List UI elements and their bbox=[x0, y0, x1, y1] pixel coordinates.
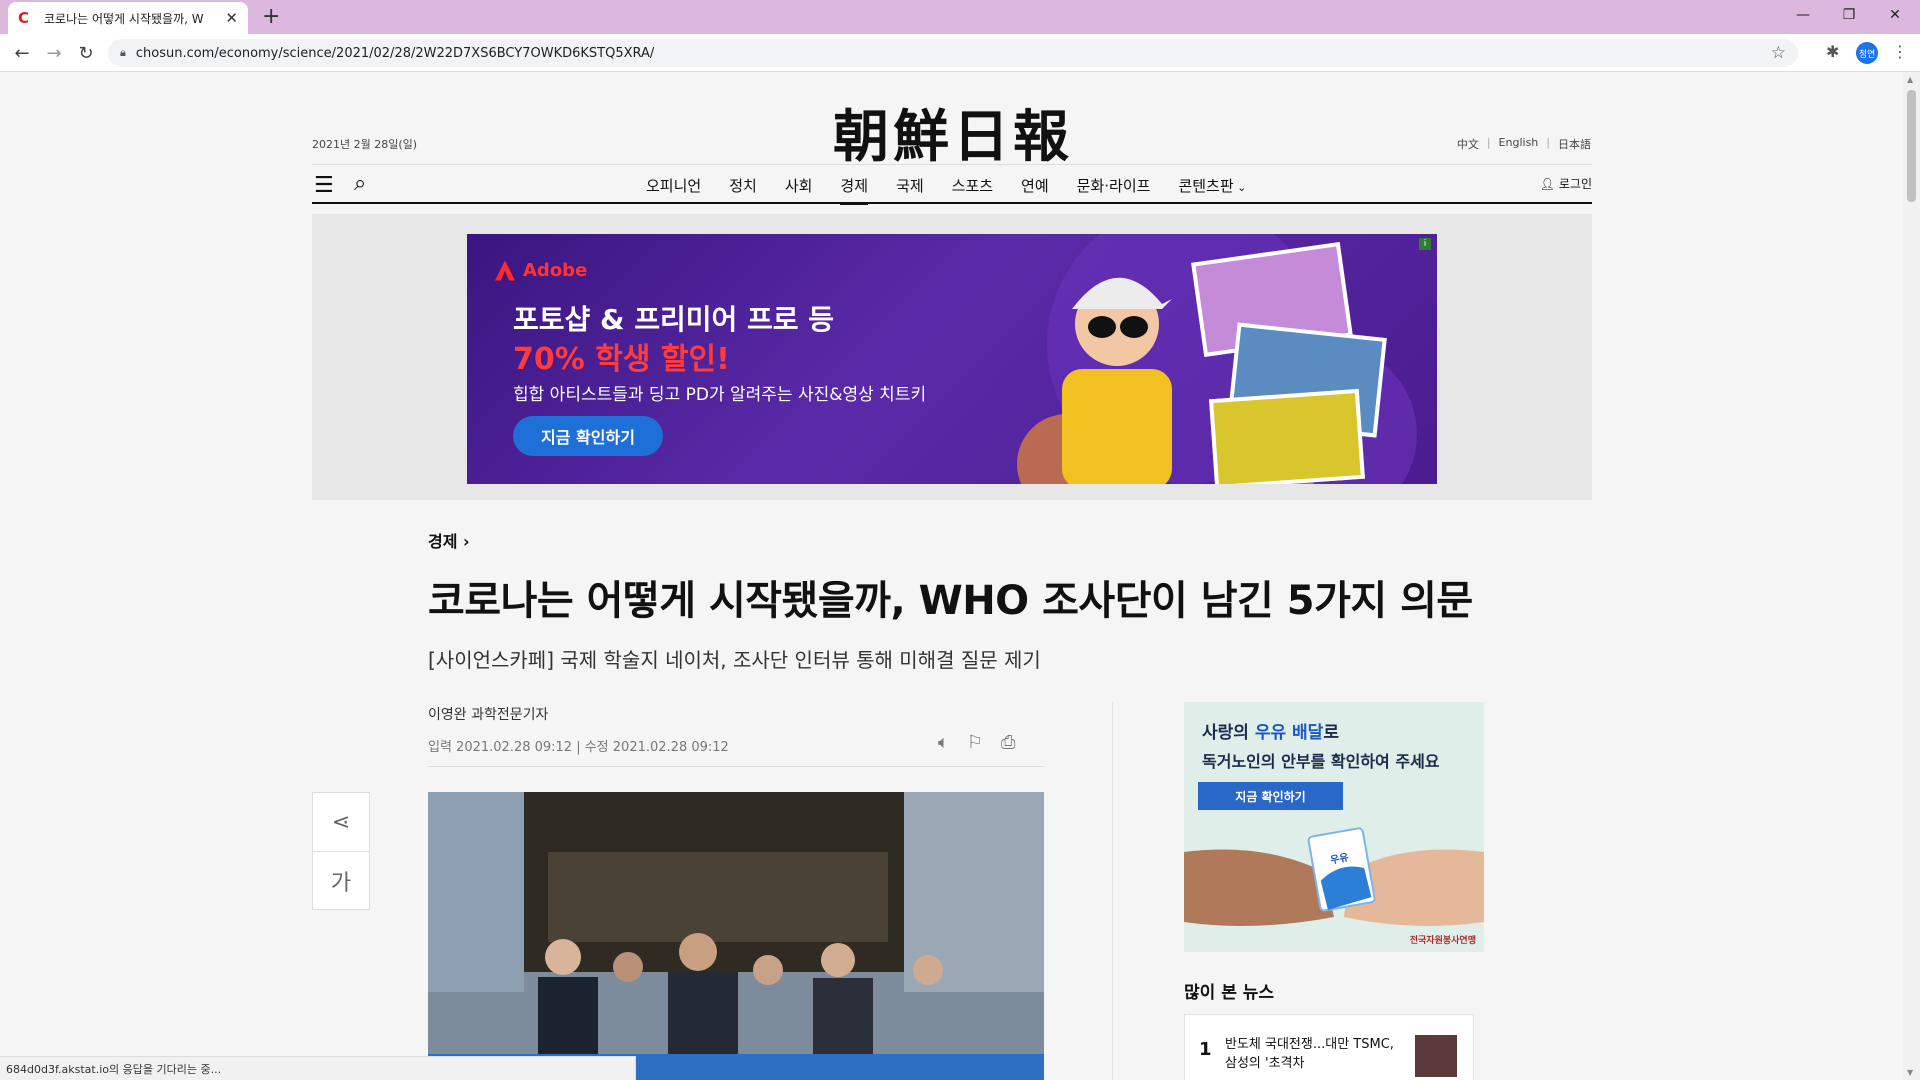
font-size-button[interactable]: 가 bbox=[313, 851, 369, 909]
nav-contents[interactable]: 콘텐츠판 ⌄ bbox=[1178, 175, 1246, 205]
browser-tab[interactable]: C 코로나는 어떻게 시작됐을까, W ✕ bbox=[8, 2, 248, 34]
nav-opinion[interactable]: 오피니언 bbox=[646, 175, 701, 205]
chevron-down-icon: ⌄ bbox=[1233, 181, 1247, 194]
ad-line-2: 70% 학생 할인! bbox=[513, 342, 730, 377]
ad-brand-name: Adobe bbox=[523, 260, 588, 281]
side-ad-line-2: 독거노인의 안부를 확인하여 주세요 bbox=[1202, 752, 1440, 771]
language-links: 中文 | English | 日本語 bbox=[1457, 136, 1591, 152]
lang-chinese-link[interactable]: 中文 bbox=[1457, 136, 1479, 152]
nav-culture-life[interactable]: 문화·라이프 bbox=[1077, 175, 1151, 205]
speaker-icon[interactable]: 🔈︎ bbox=[938, 732, 949, 753]
ad-info-icon[interactable]: i bbox=[1419, 238, 1431, 250]
close-window-icon[interactable]: ✕ bbox=[1872, 0, 1918, 30]
page-scrollbar[interactable]: ▲ ▼ bbox=[1903, 72, 1920, 1080]
column-divider bbox=[1112, 702, 1113, 1080]
adobe-ad-banner[interactable]: Adobe 포토샵 & 프리미어 프로 등 70% 학생 할인! 힙합 아티스트… bbox=[467, 234, 1437, 484]
article-main-photo[interactable] bbox=[428, 792, 1044, 1080]
address-bar[interactable]: 🔒︎ chosun.com/economy/science/2021/02/28… bbox=[108, 39, 1798, 67]
forward-icon[interactable]: → bbox=[42, 41, 66, 65]
address-url: chosun.com/economy/science/2021/02/28/2W… bbox=[135, 45, 655, 61]
side-ad-banner[interactable]: 사랑의 우유 배달로 독거노인의 안부를 확인하여 주세요 지금 확인하기 우유… bbox=[1184, 702, 1484, 952]
nav-sports[interactable]: 스포츠 bbox=[952, 175, 993, 205]
chosun-favicon-icon: C bbox=[18, 9, 30, 27]
hamburger-menu-icon[interactable]: ☰ bbox=[314, 173, 334, 198]
reload-icon[interactable]: ↻ bbox=[74, 41, 98, 65]
photo-scene-art bbox=[428, 792, 1044, 1080]
side-ad-line-1: 사랑의 우유 배달로 bbox=[1202, 723, 1339, 743]
browser-status-bar: 684d0d3f.akstat.io의 응답을 기다리는 중... bbox=[0, 1056, 636, 1080]
login-link[interactable]: 👤︎ 로그인 bbox=[1540, 175, 1592, 192]
login-label: 로그인 bbox=[1558, 177, 1592, 191]
ad-brand: Adobe bbox=[495, 260, 587, 281]
news-rank: 1 bbox=[1199, 1039, 1212, 1060]
browser-toolbar: ← → ↻ 🔒︎ chosun.com/economy/science/2021… bbox=[0, 34, 1920, 72]
chevron-right-icon: › bbox=[463, 532, 470, 551]
milk-carton-label: 우유 bbox=[1329, 852, 1350, 867]
side-ad-cta-button[interactable]: 지금 확인하기 bbox=[1198, 782, 1343, 810]
lang-english-link[interactable]: English bbox=[1499, 136, 1539, 152]
profile-avatar[interactable]: 정연 bbox=[1856, 42, 1878, 64]
nav-international[interactable]: 국제 bbox=[896, 175, 924, 205]
search-icon[interactable]: ⌕ bbox=[354, 171, 366, 196]
browser-menu-icon[interactable]: ⋮ bbox=[1892, 42, 1908, 61]
restore-icon[interactable]: ❐ bbox=[1826, 0, 1872, 30]
bookmark-star-icon[interactable]: ☆ bbox=[1771, 43, 1786, 63]
scrollbar-thumb[interactable] bbox=[1907, 90, 1916, 202]
tab-title: 코로나는 어떻게 시작됐을까, W bbox=[44, 11, 204, 26]
back-icon[interactable]: ← bbox=[10, 41, 34, 65]
article-byline[interactable]: 이영완 과학전문기자 bbox=[428, 704, 548, 724]
lang-japanese-link[interactable]: 日本語 bbox=[1558, 136, 1591, 152]
article-headline: 코로나는 어떻게 시작됐을까, WHO 조사단이 남긴 5가지 의문 bbox=[428, 578, 1473, 624]
popular-news-title: 많이 본 뉴스 bbox=[1184, 983, 1275, 1003]
new-tab-icon[interactable]: + bbox=[262, 4, 280, 29]
separator: | bbox=[1486, 136, 1491, 149]
separator: | bbox=[1546, 136, 1550, 149]
share-icon[interactable]: ⋖ bbox=[313, 793, 369, 851]
user-icon: 👤︎ bbox=[1539, 176, 1555, 191]
ad-photo-collage-3 bbox=[1209, 388, 1365, 484]
lock-icon[interactable]: 🔒︎ bbox=[120, 46, 126, 60]
news-thumbnail bbox=[1415, 1035, 1457, 1077]
nav-entertainment[interactable]: 연예 bbox=[1021, 175, 1049, 205]
divider bbox=[428, 766, 1044, 767]
browser-tab-strip: C 코로나는 어떻게 시작됐을까, W ✕ + — ❐ ✕ bbox=[0, 0, 1920, 34]
main-navigation: ☰ ⌕ 오피니언 정치 사회 경제 국제 스포츠 연예 문화·라이프 콘텐츠판 … bbox=[312, 164, 1592, 205]
ad-line-1: 포토샵 & 프리미어 프로 등 bbox=[513, 303, 835, 336]
news-title: 반도체 국대전쟁...대만 TSMC, 삼성의 '초격차 bbox=[1225, 1037, 1394, 1071]
floating-article-buttons: ⋖ 가 bbox=[312, 792, 370, 910]
article-dates: 입력 2021.02.28 09:12 | 수정 2021.02.28 09:1… bbox=[428, 740, 729, 755]
nav-society[interactable]: 사회 bbox=[785, 175, 813, 205]
section-label: 경제 bbox=[428, 532, 458, 551]
adobe-logo-icon bbox=[495, 260, 515, 281]
minimize-icon[interactable]: — bbox=[1780, 0, 1826, 30]
nav-contents-label: 콘텐츠판 bbox=[1178, 177, 1234, 195]
close-tab-icon[interactable]: ✕ bbox=[225, 9, 238, 27]
article-tools: 🔈︎ ⚐ ⎙ bbox=[938, 732, 1015, 753]
scroll-down-icon[interactable]: ▼ bbox=[1907, 1068, 1913, 1077]
web-page: 朝鮮日報 2021년 2월 28일(일) 中文 | English | 日本語 … bbox=[0, 72, 1903, 1080]
scroll-up-icon[interactable]: ▲ bbox=[1907, 75, 1913, 84]
print-icon[interactable]: ⎙ bbox=[1001, 732, 1015, 753]
popular-news-list: 1 반도체 국대전쟁...대만 TSMC, 삼성의 '초격차 bbox=[1184, 1014, 1474, 1080]
nav-politics[interactable]: 정치 bbox=[729, 175, 757, 205]
ad-cta-button[interactable]: 지금 확인하기 bbox=[513, 416, 663, 456]
top-ad-container: Adobe 포토샵 & 프리미어 프로 등 70% 학생 할인! 힙합 아티스트… bbox=[312, 214, 1592, 500]
extensions-icon[interactable]: ✱ bbox=[1826, 42, 1839, 61]
side-ad-organization: 전국자원봉사연맹 bbox=[1409, 936, 1476, 946]
article-subheadline: [사이언스카페] 국제 학술지 네이처, 조사단 인터뷰 통해 미해결 질문 제… bbox=[428, 648, 1041, 672]
ad-line-3: 힙합 아티스트들과 딩고 PD가 알려주는 사진&영상 치트키 bbox=[513, 385, 927, 405]
ad-kid-figure bbox=[1062, 277, 1172, 484]
nav-economy[interactable]: 경제 bbox=[840, 175, 869, 205]
section-breadcrumb[interactable]: 경제 › bbox=[428, 528, 470, 552]
chosun-logo[interactable]: 朝鮮日報 bbox=[818, 92, 1088, 173]
bookmark-icon[interactable]: ⚐ bbox=[967, 732, 983, 753]
today-date: 2021년 2월 28일(일) bbox=[312, 138, 418, 151]
